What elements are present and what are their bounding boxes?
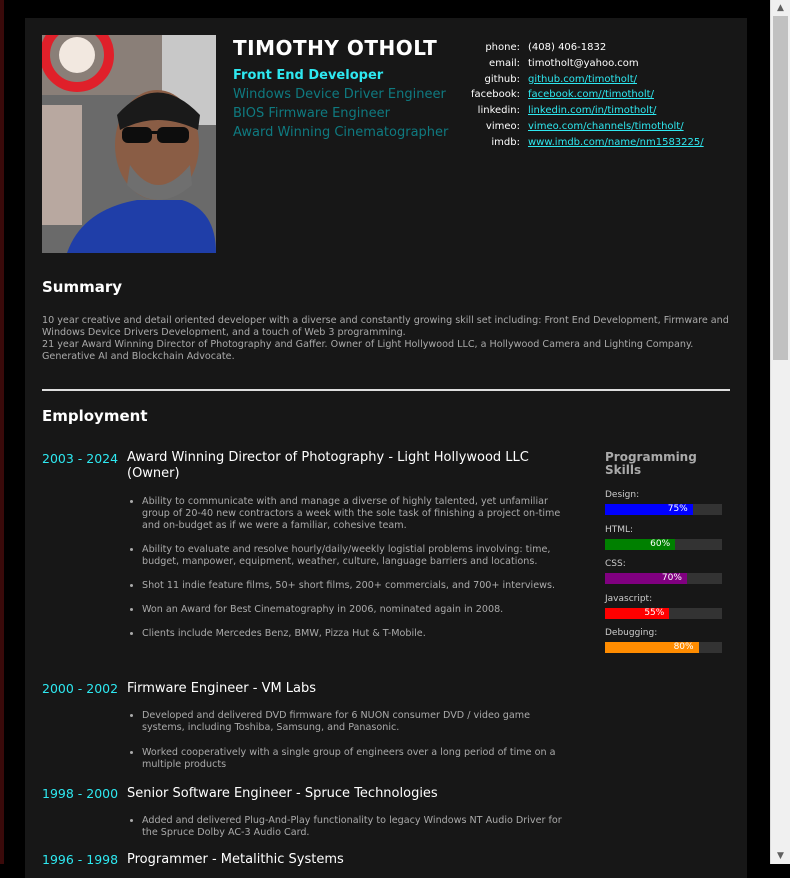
- facebook-link[interactable]: facebook.com//timotholt/: [528, 89, 654, 100]
- vertical-scrollbar[interactable]: ▲ ▼: [770, 0, 790, 864]
- contact-label: email:: [489, 57, 520, 69]
- section-divider: [42, 389, 730, 391]
- contact-list: phone: (408) 406-1832 email: timotholt@y…: [445, 42, 704, 153]
- linkedin-link[interactable]: linkedin.com/in/timotholt/: [528, 105, 656, 116]
- job-duties: Ability to communicate with and manage a…: [127, 496, 572, 640]
- skill-fill: 55%: [605, 608, 670, 619]
- skill-fill: 70%: [605, 573, 687, 584]
- skill-percent: 75%: [667, 504, 688, 514]
- duty-item: Won an Award for Best Cinematography in …: [142, 604, 572, 616]
- skill-bar-html: 60%: [605, 539, 722, 550]
- person-name: TIMOTHY OTHOLT: [233, 36, 438, 60]
- skill-label: Debugging:: [605, 628, 658, 638]
- job-years: 1996 - 1998: [42, 852, 119, 867]
- duty-item: Added and delivered Plug-And-Play functi…: [142, 815, 572, 839]
- skill-fill: 80%: [605, 642, 699, 653]
- primary-role: Front End Developer: [233, 68, 384, 83]
- duty-item: Clients include Mercedes Benz, BMW, Pizz…: [142, 628, 572, 640]
- resume-page: TIMOTHY OTHOLT Front End Developer Windo…: [25, 18, 747, 878]
- role-item: Windows Device Driver Engineer: [233, 87, 446, 102]
- profile-photo: [42, 35, 216, 253]
- duty-item: Ability to evaluate and resolve hourly/d…: [142, 544, 572, 568]
- job-title: Firmware Engineer - VM Labs: [127, 681, 317, 696]
- job-duties: Developed and delivered DVD firmware for…: [127, 710, 572, 771]
- job-years: 2003 - 2024: [42, 451, 119, 466]
- skill-percent: 55%: [644, 608, 665, 618]
- skill-percent: 70%: [661, 573, 682, 583]
- skill-label: CSS:: [605, 559, 626, 569]
- scroll-down-arrow-icon[interactable]: ▼: [771, 848, 790, 864]
- contact-row-vimeo: vimeo: vimeo.com/channels/timotholt/: [445, 121, 704, 137]
- summary-line: 21 year Award Winning Director of Photog…: [42, 339, 694, 362]
- summary-line: 10 year creative and detail oriented dev…: [42, 315, 729, 338]
- skill-percent: 80%: [673, 642, 694, 652]
- skill-label: Javascript:: [605, 594, 653, 604]
- contact-value: (408) 406-1832: [528, 42, 607, 53]
- skill-fill: 75%: [605, 504, 693, 515]
- duty-item: Developed and delivered DVD firmware for…: [142, 710, 572, 734]
- summary-heading: Summary: [42, 278, 123, 296]
- job-years: 1998 - 2000: [42, 786, 119, 801]
- job-title: Award Winning Director of Photography - …: [127, 450, 529, 481]
- github-link[interactable]: github.com/timotholt/: [528, 74, 637, 85]
- left-edge: [0, 0, 4, 864]
- skill-bar-css: 70%: [605, 573, 722, 584]
- skill-bar-javascript: 55%: [605, 608, 722, 619]
- skill-label: Design:: [605, 490, 640, 500]
- job-title: Senior Software Engineer - Spruce Techno…: [127, 786, 438, 801]
- job-years: 2000 - 2002: [42, 681, 119, 696]
- imdb-link[interactable]: www.imdb.com/name/nm1583225/: [528, 137, 704, 148]
- contact-row-github: github: github.com/timotholt/: [445, 74, 704, 90]
- contact-label: github:: [484, 73, 520, 85]
- contact-row-facebook: facebook: facebook.com//timotholt/: [445, 89, 704, 105]
- contact-label: vimeo:: [485, 120, 520, 132]
- vimeo-link[interactable]: vimeo.com/channels/timotholt/: [528, 121, 684, 132]
- role-item: Award Winning Cinematographer: [233, 125, 449, 140]
- contact-label: imdb:: [491, 136, 520, 148]
- scroll-up-arrow-icon[interactable]: ▲: [771, 0, 790, 16]
- contact-row-imdb: imdb: www.imdb.com/name/nm1583225/: [445, 136, 704, 153]
- skill-percent: 60%: [650, 539, 671, 549]
- job-title: Programmer - Metalithic Systems: [127, 852, 344, 867]
- duty-item: Ability to communicate with and manage a…: [142, 496, 572, 532]
- role-item: BIOS Firmware Engineer: [233, 106, 390, 121]
- contact-row-email: email: timotholt@yahoo.com: [445, 58, 704, 74]
- skills-title: Programming Skills: [605, 450, 697, 477]
- contact-value: timotholt@yahoo.com: [528, 57, 639, 69]
- skill-bar-design: 75%: [605, 504, 722, 515]
- contact-row-linkedin: linkedin: linkedin.com/in/timotholt/: [445, 105, 704, 121]
- skill-fill: 60%: [605, 539, 676, 550]
- scroll-thumb[interactable]: [773, 16, 788, 360]
- contact-label: facebook:: [470, 89, 520, 101]
- job-duties: Added and delivered Plug-And-Play functi…: [127, 815, 572, 839]
- summary-text: 10 year creative and detail oriented dev…: [42, 315, 742, 363]
- duty-item: Worked cooperatively with a single group…: [142, 747, 572, 771]
- contact-label: phone:: [485, 42, 520, 53]
- contact-row-phone: phone: (408) 406-1832: [445, 42, 704, 58]
- skill-bar-debugging: 80%: [605, 642, 722, 653]
- skill-label: HTML:: [605, 525, 634, 535]
- duty-item: Shot 11 indie feature films, 50+ short f…: [142, 580, 572, 592]
- contact-label: linkedin:: [477, 105, 520, 117]
- employment-heading: Employment: [42, 407, 148, 425]
